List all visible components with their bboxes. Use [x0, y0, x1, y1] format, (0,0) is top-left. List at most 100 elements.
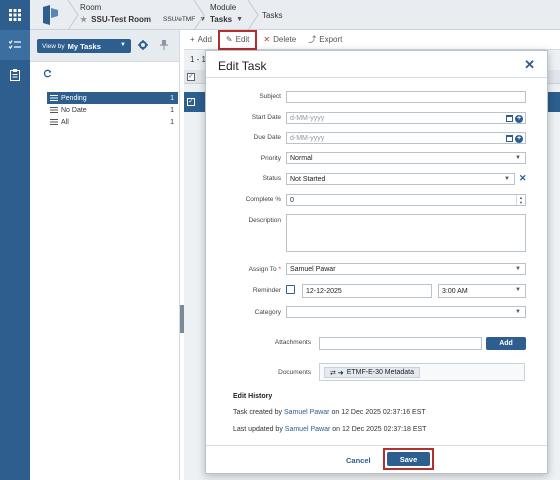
status-label: Status — [262, 175, 281, 182]
filter-item-count: 1 — [170, 118, 174, 126]
subject-input[interactable] — [286, 91, 526, 103]
stepper-arrows-icon[interactable]: ▲ ▼ — [516, 195, 525, 205]
chevron-down-icon: ▼ — [515, 309, 521, 315]
required-marker: * — [278, 266, 281, 273]
filter-item-count: 1 — [170, 94, 174, 102]
breadcrumb-current: Tasks — [262, 11, 283, 20]
attachments-label: Attachments — [274, 339, 311, 346]
view-by-dropdown[interactable]: View by My Tasks ▼ — [37, 39, 131, 53]
clipboard-nav[interactable] — [0, 60, 30, 90]
history-updated-suffix: on 12 Dec 2025 02:37:18 EST — [332, 426, 427, 433]
document-name: ETMF-E-30 Metadata — [346, 369, 414, 376]
page-info: 1 - 1 — [190, 55, 207, 64]
pencil-icon: ✎ — [225, 35, 233, 44]
due-date-placeholder: d-MM-yyyy — [290, 134, 325, 142]
start-date-label: Start Date — [251, 114, 281, 121]
task-list-nav[interactable] — [0, 30, 30, 60]
documents-box: ⇄ ➜ ETMF-E-30 Metadata — [319, 363, 525, 381]
history-updated-prefix: Last updated by — [233, 426, 283, 433]
add-circle-icon[interactable]: + — [515, 114, 523, 123]
assign-to-select[interactable]: Samuel Pawar ▼ — [286, 263, 526, 275]
apps-grid-button[interactable] — [0, 0, 30, 30]
cancel-button[interactable]: Cancel — [346, 456, 371, 465]
history-created-user-link[interactable]: Samuel Pawar — [284, 409, 330, 416]
breadcrumb-separator — [67, 0, 79, 30]
history-updated-user-link[interactable]: Samuel Pawar — [285, 426, 331, 433]
filter-list: Pending 1 No Date 1 All 1 — [47, 92, 178, 128]
reminder-time-select[interactable]: 3:00 AM ▼ — [438, 284, 526, 298]
toolbar: + Add ✎ Edit ✕ Delete ⤴ Export — [184, 29, 560, 50]
status-value: Not Started — [290, 175, 326, 183]
start-date-placeholder: d-MM-yyyy — [290, 114, 325, 122]
history-created: Task created by Samuel Pawar on 12 Dec 2… — [233, 409, 426, 416]
complete-value: 0 — [290, 196, 294, 204]
history-created-suffix: on 12 Dec 2025 02:37:16 EST — [331, 409, 426, 416]
document-chip[interactable]: ⇄ ➜ ETMF-E-30 Metadata — [324, 367, 420, 378]
priority-select[interactable]: Normal ▼ — [286, 152, 526, 164]
history-created-prefix: Task created by — [233, 409, 283, 416]
chevron-down-icon[interactable]: ▼ — [236, 16, 243, 23]
priority-value: Normal — [290, 154, 313, 162]
description-textarea[interactable] — [286, 214, 526, 252]
filter-item-label: No Date — [61, 106, 87, 114]
calendar-icon[interactable] — [506, 115, 513, 122]
save-button[interactable]: Save — [387, 452, 430, 466]
pin-icon[interactable] — [160, 40, 168, 50]
add-button[interactable]: + Add — [184, 30, 218, 50]
history-updated: Last updated by Samuel Pawar on 12 Dec 2… — [233, 426, 426, 433]
add-circle-icon[interactable]: + — [515, 134, 523, 143]
start-date-input[interactable]: d-MM-yyyy + — [286, 112, 526, 124]
module-name: Tasks — [210, 15, 233, 24]
module-selector[interactable]: Module Tasks ▼ — [210, 3, 243, 24]
filter-item-label: Pending — [61, 94, 87, 102]
clear-status-icon[interactable]: ✕ — [519, 173, 527, 184]
chevron-down-icon: ▼ — [515, 155, 521, 161]
export-button[interactable]: ⤴ Export — [302, 30, 348, 50]
room-selector[interactable]: Room ★ SSU-Test Room SSU/eTMF ▼ — [80, 3, 206, 24]
complete-percent-stepper[interactable]: 0 ▲ ▼ — [286, 194, 526, 206]
filter-item-all[interactable]: All 1 — [47, 116, 178, 128]
category-select[interactable]: ▼ — [286, 306, 526, 318]
clipboard-icon — [10, 69, 20, 81]
chevron-down-icon: ▼ — [515, 266, 521, 272]
status-select[interactable]: Not Started ▼ — [286, 173, 515, 185]
left-nav-rail — [0, 30, 30, 480]
close-icon[interactable]: ✕ — [524, 57, 535, 73]
link-document-icon: ⇄ ➜ — [330, 369, 344, 377]
row-checkbox[interactable]: ✓ — [187, 98, 195, 106]
add-attachment-button[interactable]: Add — [486, 337, 526, 350]
list-icon — [50, 107, 58, 113]
add-label: Add — [197, 35, 212, 44]
export-label: Export — [319, 35, 343, 44]
reminder-date-value: 12-12-2025 — [306, 287, 342, 295]
filter-item-no-date[interactable]: No Date 1 — [47, 104, 178, 116]
filter-item-pending[interactable]: Pending 1 — [47, 92, 178, 104]
reminder-label: Reminder — [252, 287, 281, 294]
dialog-footer: Cancel Save — [206, 445, 547, 473]
breadcrumb-separator — [247, 0, 259, 30]
attachments-input[interactable] — [319, 337, 482, 350]
reminder-date-input[interactable]: 12-12-2025 — [302, 284, 432, 298]
delete-button[interactable]: ✕ Delete — [257, 30, 302, 50]
documents-label: Documents — [278, 369, 311, 376]
room-tag: SSU/eTMF — [163, 16, 196, 23]
chevron-down-icon: ▼ — [515, 287, 521, 293]
gear-icon[interactable] — [138, 40, 148, 50]
reminder-time-value: 3:00 AM — [442, 287, 468, 295]
subject-label: Subject — [259, 93, 281, 100]
calendar-icon[interactable] — [506, 135, 513, 142]
app-logo — [43, 5, 58, 25]
assign-to-label-text: Assign To — [248, 266, 277, 273]
edit-button[interactable]: ✎ Edit — [217, 29, 258, 50]
export-icon: ⤴ — [308, 35, 317, 44]
refresh-icon[interactable] — [43, 69, 52, 78]
select-all-checkbox[interactable]: ✓ — [187, 73, 195, 81]
chevron-down-icon: ▼ — [504, 176, 510, 182]
filter-item-label: All — [61, 118, 69, 126]
due-date-input[interactable]: d-MM-yyyy + — [286, 132, 526, 144]
edit-label: Edit — [235, 35, 250, 44]
star-icon[interactable]: ★ — [80, 15, 87, 24]
reminder-checkbox[interactable] — [286, 285, 295, 294]
list-icon — [50, 119, 58, 125]
priority-label: Priority — [260, 155, 281, 162]
